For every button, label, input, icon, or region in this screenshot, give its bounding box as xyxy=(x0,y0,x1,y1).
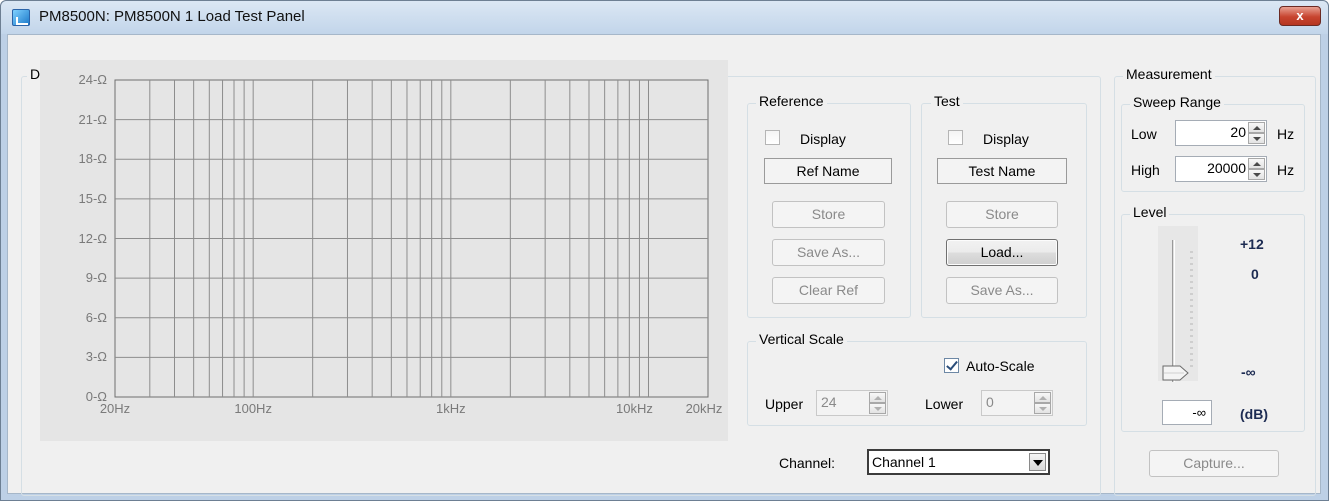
level-unit: (dB) xyxy=(1240,406,1268,422)
y-tick-label: 24-Ω xyxy=(78,72,107,87)
test-display-label[interactable]: Display xyxy=(983,131,1029,147)
auto-scale-label[interactable]: Auto-Scale xyxy=(966,358,1034,374)
capture-button[interactable]: Capture... xyxy=(1149,450,1279,477)
y-tick-label: 3-Ω xyxy=(85,349,107,365)
load-button[interactable]: Load... xyxy=(946,239,1058,266)
level-value-field[interactable]: -∞ xyxy=(1162,400,1212,425)
test-save-as-button[interactable]: Save As... xyxy=(946,277,1058,304)
level-zero-label: 0 xyxy=(1251,266,1259,282)
vertical-scale-label: Vertical Scale xyxy=(756,331,847,347)
y-tick-label: 18-Ω xyxy=(78,151,107,167)
x-tick-label: 10kHz xyxy=(616,401,653,416)
y-tick-label: 6-Ω xyxy=(85,309,107,325)
test-name-field: Test Name xyxy=(937,158,1067,184)
lower-label: Lower xyxy=(925,396,964,412)
low-label: Low xyxy=(1131,126,1157,142)
y-tick-label: 9-Ω xyxy=(85,270,107,286)
test-group-label: Test xyxy=(931,93,963,109)
sweep-range-label: Sweep Range xyxy=(1130,94,1224,110)
auto-scale-checkbox[interactable] xyxy=(944,358,959,373)
x-tick-label: 20Hz xyxy=(99,401,131,416)
upper-spin-arrows[interactable] xyxy=(869,392,886,414)
level-group xyxy=(1121,214,1305,432)
reference-save-as-button[interactable]: Save As... xyxy=(772,239,885,266)
level-max-label: +12 xyxy=(1240,236,1264,252)
measurement-group-label: Measurement xyxy=(1123,66,1215,82)
impedance-graph xyxy=(40,60,728,441)
clear-ref-button[interactable]: Clear Ref xyxy=(772,277,885,304)
lower-spin-arrows[interactable] xyxy=(1034,392,1051,414)
y-tick-label: 15-Ω xyxy=(78,190,107,206)
reference-display-label[interactable]: Display xyxy=(800,131,846,147)
channel-select[interactable]: Channel 1 xyxy=(867,449,1050,475)
lower-value[interactable]: 0 xyxy=(986,394,994,410)
panel-layout: Display 24-Ω21-Ω18-Ω15-Ω12-Ω9-Ω6-Ω3-Ω0-Ω… xyxy=(0,0,1329,501)
reference-store-button[interactable]: Store xyxy=(772,201,885,228)
high-spin-arrows[interactable] xyxy=(1248,158,1265,180)
chevron-down-icon[interactable] xyxy=(1029,453,1046,471)
low-spin-arrows[interactable] xyxy=(1248,122,1265,144)
level-group-label: Level xyxy=(1130,204,1170,220)
level-min-label: -∞ xyxy=(1241,364,1256,380)
high-unit: Hz xyxy=(1277,162,1295,178)
high-label: High xyxy=(1131,162,1160,178)
fader-ticks xyxy=(1190,251,1193,367)
y-tick-label: 12-Ω xyxy=(78,230,107,246)
low-frequency-value[interactable]: 20 xyxy=(1230,124,1246,140)
reference-group-label: Reference xyxy=(756,93,827,109)
reference-display-checkbox[interactable] xyxy=(765,130,780,145)
upper-label: Upper xyxy=(765,396,804,412)
test-display-checkbox[interactable] xyxy=(948,130,963,145)
channel-selected-value[interactable]: Channel 1 xyxy=(872,454,936,470)
high-frequency-value[interactable]: 20000 xyxy=(1207,160,1246,176)
low-unit: Hz xyxy=(1277,126,1295,142)
level-fader-slot[interactable] xyxy=(1172,240,1175,382)
x-tick-label: 20kHz xyxy=(685,401,723,416)
upper-spinbox[interactable]: 24 xyxy=(816,390,888,416)
reference-name-field: Ref Name xyxy=(764,158,892,184)
upper-value[interactable]: 24 xyxy=(821,394,837,410)
channel-label: Channel: xyxy=(779,455,836,471)
x-tick-label: 1kHz xyxy=(436,401,466,416)
low-frequency-spinbox[interactable]: 20 xyxy=(1175,120,1267,146)
level-fader-knob[interactable] xyxy=(1162,365,1189,381)
x-tick-label: 100Hz xyxy=(234,401,272,416)
graph-grid xyxy=(114,79,709,398)
test-store-button[interactable]: Store xyxy=(946,201,1058,228)
lower-spinbox[interactable]: 0 xyxy=(981,390,1053,416)
y-tick-label: 21-Ω xyxy=(78,111,107,127)
high-frequency-spinbox[interactable]: 20000 xyxy=(1175,156,1267,182)
